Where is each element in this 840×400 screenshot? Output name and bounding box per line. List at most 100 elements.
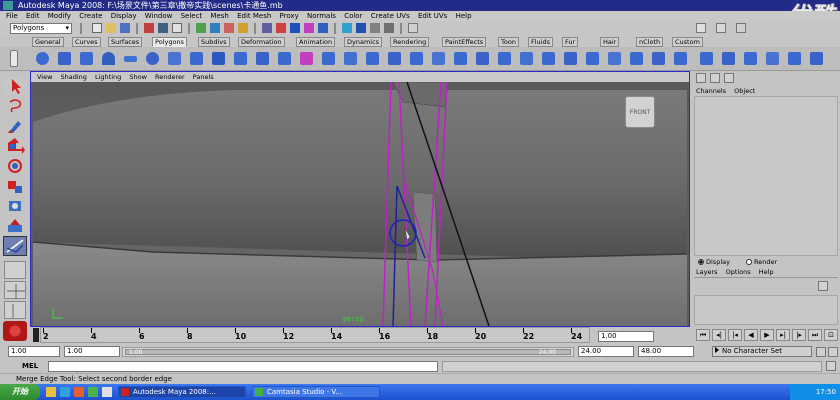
append-polygon-icon[interactable] — [388, 52, 401, 65]
poly-pyramid-icon[interactable] — [190, 52, 203, 65]
poly-plane-icon[interactable] — [124, 56, 137, 62]
mask-icon[interactable] — [238, 23, 248, 33]
extract-icon[interactable] — [542, 52, 555, 65]
history-icon[interactable] — [342, 23, 352, 33]
script-editor-icon[interactable] — [826, 361, 836, 371]
layers-list[interactable] — [694, 295, 838, 325]
3d-viewport[interactable]: FRONT persp — [33, 82, 687, 326]
merge-icon[interactable] — [476, 52, 489, 65]
start-time-field[interactable]: 1.00 — [8, 346, 60, 357]
smooth-icon[interactable] — [300, 52, 313, 65]
mirror-icon[interactable] — [322, 52, 335, 65]
render-settings-icon[interactable] — [384, 23, 394, 33]
key-icon[interactable] — [816, 347, 826, 357]
open-scene-icon[interactable] — [106, 23, 116, 33]
layer-editor-toggle-icon[interactable] — [710, 73, 720, 83]
snap-grid-icon[interactable] — [262, 23, 272, 33]
menu-create-uvs[interactable]: Create UVs — [371, 11, 410, 21]
snap-curve-icon[interactable] — [276, 23, 286, 33]
soft-mod-tool-icon[interactable] — [4, 217, 26, 235]
both-toggle-icon[interactable] — [724, 73, 734, 83]
ipr-render-icon[interactable] — [370, 23, 380, 33]
taskbar-item-maya[interactable]: Autodesk Maya 2008:... — [118, 386, 246, 398]
step-forward-button[interactable]: |▸ — [792, 329, 806, 341]
soften-edge-icon[interactable] — [652, 52, 665, 65]
shelf-tab-rendering[interactable]: Rendering — [390, 37, 430, 47]
mask-icon[interactable] — [224, 23, 234, 33]
bridge-icon[interactable] — [366, 52, 379, 65]
reverse-normals-icon[interactable] — [630, 52, 643, 65]
layers-menu[interactable]: Layers — [696, 268, 718, 276]
shelf-tab-general[interactable]: General — [32, 37, 64, 47]
time-slider[interactable]: 2 4 6 8 10 12 14 16 18 20 22 24 — [33, 327, 590, 343]
triangulate-icon[interactable] — [564, 52, 577, 65]
layers-help-menu[interactable]: Help — [759, 268, 774, 276]
shelf-tab-painteffects[interactable]: PaintEffects — [442, 37, 487, 47]
uv-layout-icon[interactable] — [810, 52, 823, 65]
channels-menu[interactable]: Channels — [696, 87, 726, 95]
shelf-tab-curves[interactable]: Curves — [72, 37, 101, 47]
uv-planar-icon[interactable] — [700, 52, 713, 65]
combine-icon[interactable] — [234, 52, 247, 65]
menu-select[interactable]: Select — [181, 11, 203, 21]
offset-edge-loop-icon[interactable] — [454, 52, 467, 65]
uv-editor-icon[interactable] — [788, 52, 801, 65]
layers-options-menu[interactable]: Options — [726, 268, 751, 276]
menu-file[interactable]: File — [6, 11, 18, 21]
show-attribute-editor-icon[interactable] — [696, 23, 706, 33]
select-component-icon[interactable] — [172, 23, 182, 33]
menu-proxy[interactable]: Proxy — [280, 11, 299, 21]
end-time-field[interactable]: 48.00 — [638, 346, 694, 357]
quicklaunch-icon[interactable] — [46, 387, 56, 397]
poly-prism-icon[interactable] — [168, 52, 181, 65]
mel-input[interactable] — [48, 361, 438, 372]
quicklaunch-icon[interactable] — [102, 387, 112, 397]
auto-key-button[interactable]: ⊡ — [824, 329, 838, 341]
channel-box-area[interactable] — [694, 96, 838, 256]
play-backwards-button[interactable]: ◀ — [744, 329, 758, 341]
input-box-icon[interactable] — [408, 23, 418, 33]
move-tool-icon[interactable] — [4, 137, 26, 155]
menu-edit-uvs[interactable]: Edit UVs — [418, 11, 447, 21]
playback-start-field[interactable]: 1.00 — [64, 346, 120, 357]
current-time-marker[interactable] — [33, 328, 39, 342]
tray-clock[interactable]: 17:50 — [816, 388, 836, 396]
show-tool-settings-icon[interactable] — [716, 23, 726, 33]
range-thumb[interactable]: 1.00 24.00 — [125, 349, 571, 356]
poly-cube-icon[interactable] — [58, 52, 71, 65]
channel-box-toggle-icon[interactable] — [696, 73, 706, 83]
shelf-tab-ncloth[interactable]: nCloth — [636, 37, 664, 47]
quicklaunch-icon[interactable] — [60, 387, 70, 397]
separate-icon[interactable] — [256, 52, 269, 65]
snap-plane-icon[interactable] — [304, 23, 314, 33]
select-tool-icon[interactable] — [4, 77, 26, 95]
poly-sphere-icon[interactable] — [36, 52, 49, 65]
mask-icon[interactable] — [210, 23, 220, 33]
menu-edit[interactable]: Edit — [26, 11, 40, 21]
menu-set-select[interactable]: Polygons — [10, 23, 72, 34]
menu-help[interactable]: Help — [456, 11, 472, 21]
character-set-menu[interactable]: No Character Set — [712, 346, 812, 357]
poly-cone-icon[interactable] — [102, 52, 115, 65]
object-menu[interactable]: Object — [734, 87, 755, 95]
step-back-button[interactable]: ◂| — [712, 329, 726, 341]
bevel-icon[interactable] — [498, 52, 511, 65]
poly-torus-icon[interactable] — [146, 52, 159, 65]
select-hierarchy-icon[interactable] — [144, 23, 154, 33]
render-radio-button[interactable] — [746, 259, 753, 265]
menu-normals[interactable]: Normals — [307, 11, 336, 21]
view-cube[interactable]: FRONT — [625, 96, 655, 128]
playback-end-field[interactable]: 24.00 — [578, 346, 634, 357]
display-radio-button[interactable] — [698, 259, 704, 265]
shelf-tab-animation[interactable]: Animation — [296, 37, 336, 47]
range-bar[interactable]: 1.00 24.00 — [122, 347, 574, 357]
quicklaunch-icon[interactable] — [88, 387, 98, 397]
shelf-tab-deformation[interactable]: Deformation — [238, 37, 285, 47]
duplicate-face-icon[interactable] — [520, 52, 533, 65]
uv-automatic-icon[interactable] — [766, 52, 779, 65]
panel-menu-shading[interactable]: Shading — [61, 72, 87, 82]
harden-edge-icon[interactable] — [674, 52, 687, 65]
menu-window[interactable]: Window — [145, 11, 173, 21]
insert-edge-loop-icon[interactable] — [432, 52, 445, 65]
new-scene-icon[interactable] — [92, 23, 102, 33]
